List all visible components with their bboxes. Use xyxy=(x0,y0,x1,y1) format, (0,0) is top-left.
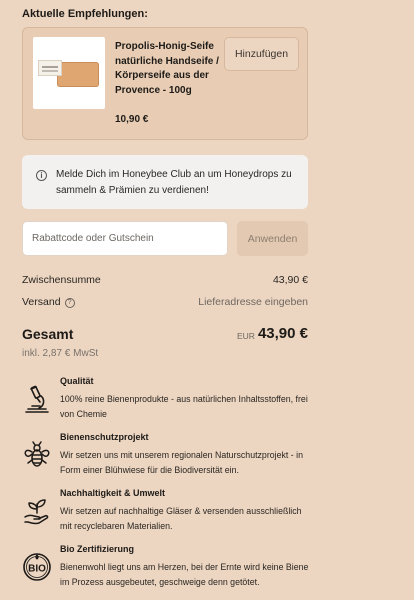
subtotal-label: Zwischensumme xyxy=(22,274,101,286)
shipping-label: Versand xyxy=(22,296,61,308)
total-currency: EUR xyxy=(237,331,255,341)
feature-description: Wir setzen auf nachhaltige Gläser & vers… xyxy=(60,506,302,531)
shipping-address-prompt[interactable]: Lieferadresse eingeben xyxy=(198,296,308,308)
honeybee-club-notice: i Melde Dich im Honeybee Club an um Hone… xyxy=(22,155,308,209)
feature-sustainability: Nachhaltigkeit & Umwelt Wir setzen auf n… xyxy=(22,488,314,538)
feature-title: Bienenschutzprojekt xyxy=(60,432,149,442)
svg-text:BIO: BIO xyxy=(28,564,46,575)
feature-title: Nachhaltigkeit & Umwelt xyxy=(60,488,166,498)
feature-quality: Qualität 100% reine Bienenprodukte - aus… xyxy=(22,376,314,426)
info-icon: i xyxy=(36,170,47,181)
apply-coupon-button[interactable]: Anwenden xyxy=(237,221,308,256)
feature-description: Bienenwohl liegt uns am Herzen, bei der … xyxy=(60,562,309,587)
feature-description: 100% reine Bienenprodukte - aus natürlic… xyxy=(60,394,308,419)
coupon-input[interactable] xyxy=(22,221,228,256)
product-price: 10,90 € xyxy=(115,114,149,125)
club-notice-text: Melde Dich im Honeybee Club an um Honeyd… xyxy=(56,169,292,196)
recommendations-title: Aktuelle Empfehlungen: xyxy=(22,8,148,20)
feature-description: Wir setzen uns mit unserem regionalen Na… xyxy=(60,450,303,475)
recommendation-card: Propolis-Honig-Seife natürliche Handseif… xyxy=(22,27,308,140)
microscope-icon xyxy=(25,385,49,413)
soap-bar-graphic xyxy=(57,62,99,87)
feature-bio-certification: BIO Bio Zertifizierung Bienenwohl liegt … xyxy=(22,544,314,594)
help-icon[interactable]: ? xyxy=(64,298,75,308)
bio-seal-icon: BIO xyxy=(23,553,51,581)
tax-note: inkl. 2,87 € MwSt xyxy=(22,348,99,359)
feature-bee-protection: Bienenschutzprojekt Wir setzen uns mit u… xyxy=(22,432,314,482)
hand-plant-icon xyxy=(24,499,49,525)
soap-label-graphic xyxy=(38,60,62,76)
product-name[interactable]: Propolis-Honig-Seife natürliche Handseif… xyxy=(115,40,225,98)
product-image[interactable] xyxy=(33,37,105,109)
feature-title: Bio Zertifizierung xyxy=(60,544,134,554)
total-value: 43,90 € xyxy=(257,325,308,342)
bee-icon xyxy=(24,441,50,467)
add-to-cart-button[interactable]: Hinzufügen xyxy=(224,37,299,71)
total-label: Gesamt xyxy=(22,326,74,342)
subtotal-value: 43,90 € xyxy=(272,274,308,286)
shipping-row: Versand? xyxy=(22,296,75,308)
feature-title: Qualität xyxy=(60,376,94,386)
